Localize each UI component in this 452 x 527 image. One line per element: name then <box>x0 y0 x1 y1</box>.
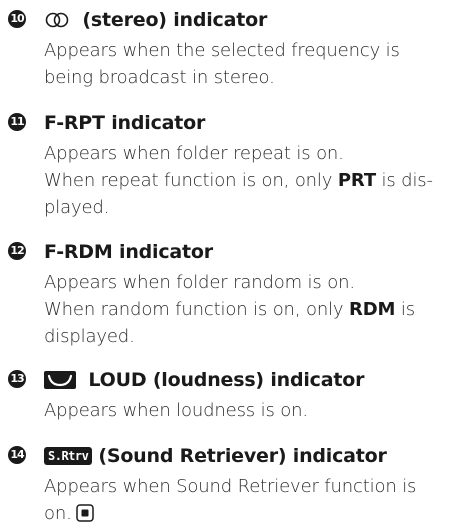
entry-heading: 13 LOUD (loudness) indicator <box>0 362 452 396</box>
description-line: Appears when Sound Retriever function is <box>44 476 417 497</box>
item-number-badge: 10 <box>8 10 26 28</box>
indicator-entry-stereo: 10 (stereo) indicator Appears when the s… <box>0 2 452 91</box>
entry-description: Appears when loudness is on. <box>44 397 448 424</box>
loudness-icon <box>44 370 76 389</box>
entry-description: Appears when Sound Retriever function is… <box>44 473 448 527</box>
entry-title: F-RDM indicator <box>44 240 213 263</box>
entry-title: (Sound Retriever) indicator <box>98 444 387 467</box>
sound-retriever-icon: S.Rtrv <box>44 446 93 465</box>
indicator-entry-f-rdm: 12 F-RDM indicator Appears when folder r… <box>0 234 452 350</box>
description-line: played. <box>44 197 110 218</box>
end-of-section-icon <box>75 504 94 522</box>
description-line: Appears when folder random is on. <box>44 272 355 293</box>
entry-title: F-RPT indicator <box>44 111 206 134</box>
item-number-badge: 14 <box>8 446 26 464</box>
entry-description: Appears when the selected frequency is b… <box>44 37 448 91</box>
entry-title: (stereo) indicator <box>82 8 268 31</box>
indicator-entry-f-rpt: 11 F-RPT indicator Appears when folder r… <box>0 105 452 221</box>
description-line: When repeat function is on, only PRT is … <box>44 170 433 191</box>
entry-description: Appears when folder repeat is on. When r… <box>44 140 448 221</box>
description-line: When random function is on, only RDM is <box>44 299 415 320</box>
item-number-badge: 11 <box>8 113 26 131</box>
stereo-icon <box>45 12 69 27</box>
indicator-entry-sound-retriever: 14 S.Rtrv (Sound Retriever) indicator App… <box>0 438 452 527</box>
description-line: Appears when loudness is on. <box>44 400 308 421</box>
description-line: being broadcast in stereo. <box>44 67 275 88</box>
entry-title: LOUD (loudness) indicator <box>88 368 365 391</box>
entry-heading: 11 F-RPT indicator <box>0 105 452 139</box>
description-line: on. <box>44 500 448 527</box>
entry-heading: 14 S.Rtrv (Sound Retriever) indicator <box>0 438 452 472</box>
manual-page: 10 (stereo) indicator Appears when the s… <box>0 0 452 526</box>
prt-label: PRT <box>337 170 376 191</box>
item-number-badge: 12 <box>8 242 26 260</box>
item-number-badge: 13 <box>8 370 26 388</box>
entry-heading: 10 (stereo) indicator <box>0 2 452 36</box>
entry-description: Appears when folder random is on. When r… <box>44 269 448 350</box>
description-line: Appears when folder repeat is on. <box>44 143 344 164</box>
rdm-label: RDM <box>349 299 396 320</box>
description-line: Appears when the selected frequency is <box>44 40 400 61</box>
entry-heading: 12 F-RDM indicator <box>0 234 452 268</box>
description-line: displayed. <box>44 326 135 347</box>
indicator-entry-loudness: 13 LOUD (loudness) indicator Appears whe… <box>0 362 452 424</box>
